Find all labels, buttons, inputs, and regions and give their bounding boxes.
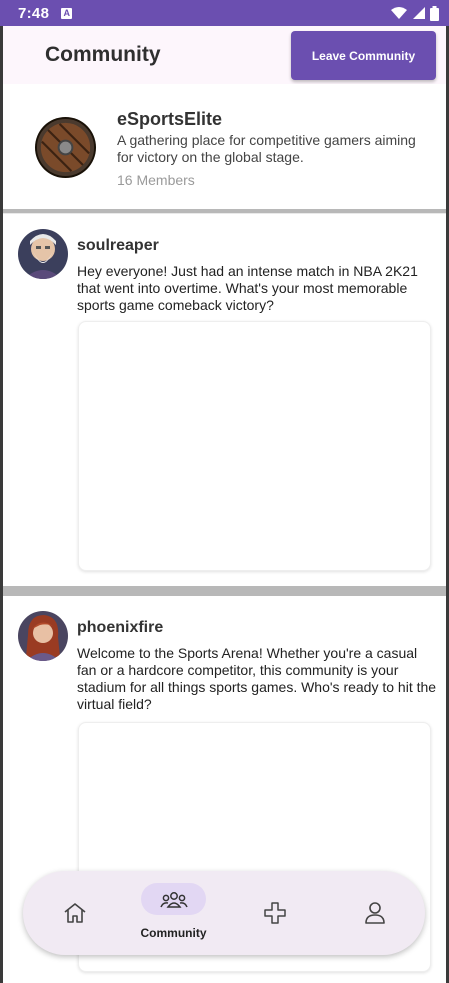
nav-profile[interactable] bbox=[360, 871, 390, 955]
community-info-card: eSportsElite A gathering place for compe… bbox=[3, 84, 446, 209]
red-haired-woman-avatar[interactable] bbox=[18, 611, 68, 661]
community-icon bbox=[160, 892, 188, 908]
home-icon bbox=[64, 903, 86, 923]
post-username[interactable]: soulreaper bbox=[77, 237, 159, 255]
divider bbox=[3, 209, 446, 213]
community-member-count: 16 Members bbox=[117, 172, 195, 188]
leave-community-button[interactable]: Leave Community bbox=[291, 31, 436, 80]
post-card[interactable]: soulreaper Hey everyone! Just had an int… bbox=[3, 214, 446, 586]
status-time: 7:48 bbox=[18, 4, 50, 22]
community-name: eSportsElite bbox=[117, 109, 223, 129]
wooden-shield-icon bbox=[34, 116, 97, 179]
wifi-icon bbox=[391, 7, 407, 19]
nav-label-community: Community bbox=[140, 926, 207, 940]
page-title: Community bbox=[45, 43, 161, 66]
signal-icon bbox=[413, 7, 425, 19]
post-media-placeholder[interactable] bbox=[78, 321, 431, 571]
a-notification-icon: A bbox=[61, 7, 73, 19]
post-username[interactable]: phoenixfire bbox=[77, 619, 163, 637]
nav-community[interactable]: Community bbox=[140, 871, 207, 955]
app-header: Community Leave Community bbox=[3, 26, 446, 84]
community-description: A gathering place for competitive gamers… bbox=[117, 132, 416, 165]
app-screen: Community Leave Community eSportsElite A… bbox=[3, 26, 446, 983]
status-bar: 7:48 A bbox=[0, 0, 449, 26]
battery-icon bbox=[430, 5, 439, 21]
gamepad-icon bbox=[264, 902, 286, 924]
status-icons bbox=[390, 5, 439, 21]
old-man-avatar[interactable] bbox=[18, 229, 68, 279]
profile-icon bbox=[365, 902, 385, 924]
nav-games[interactable] bbox=[259, 871, 289, 955]
bottom-navigation: Community bbox=[23, 871, 425, 955]
post-text: Welcome to the Sports Arena! Whether you… bbox=[77, 645, 437, 712]
divider bbox=[3, 586, 446, 596]
post-text: Hey everyone! Just had an intense match … bbox=[77, 263, 418, 313]
nav-home[interactable] bbox=[57, 871, 93, 955]
